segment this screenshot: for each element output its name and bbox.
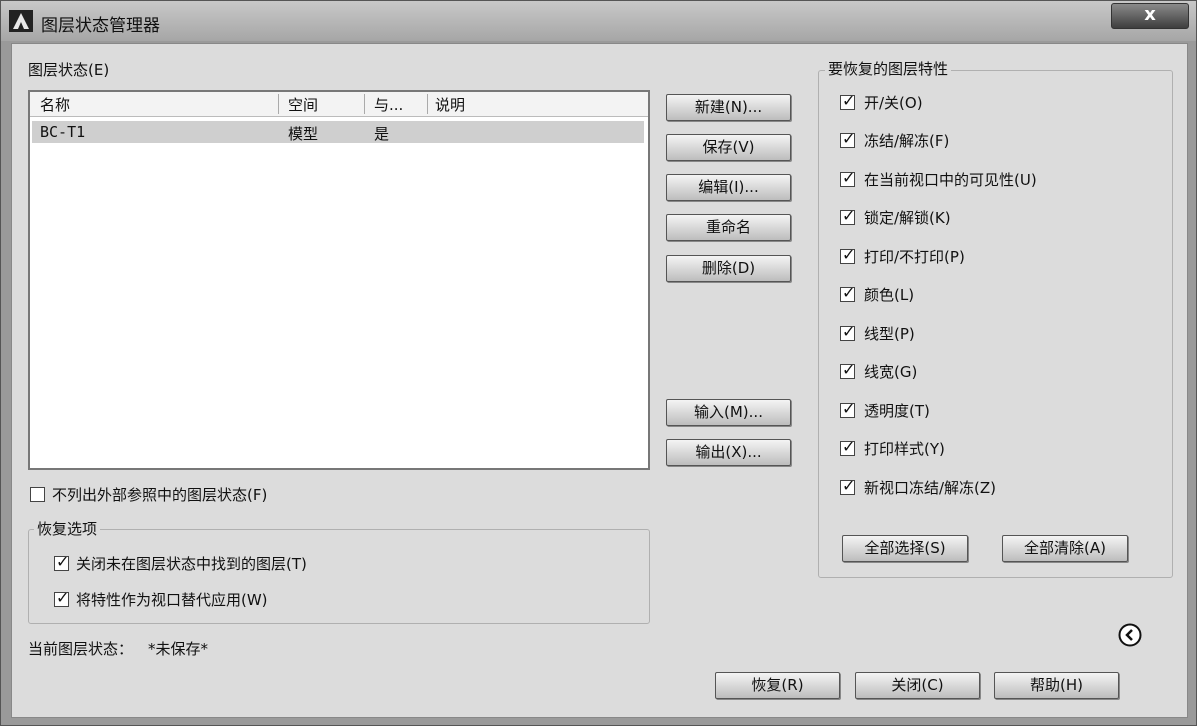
check-mark-icon: ✓ [842, 360, 856, 379]
check-mark-icon: ✓ [842, 206, 856, 225]
check-mark-icon: ✓ [842, 399, 856, 418]
turn-off-layers-label[interactable]: 关闭未在图层状态中找到的图层(T) [76, 553, 307, 574]
visibility-checkbox[interactable]: ✓ [840, 168, 856, 187]
cell-same: 是 [374, 125, 390, 143]
layer-states-list[interactable]: 名称 空间 与... 说明 BC-T1 模型 是 [28, 90, 650, 470]
layer-state-manager-dialog: 图层状态管理器 x 图层状态(E) 名称 空间 与... 说明 BC-T1 模型… [0, 0, 1197, 726]
rename-button[interactable]: 重命名 [666, 214, 791, 241]
chevron-left-circle-icon[interactable] [1118, 623, 1142, 647]
linetype-label[interactable]: 线型(P) [864, 323, 915, 344]
title-bar[interactable]: 图层状态管理器 x [1, 1, 1196, 41]
edit-button[interactable]: 编辑(I)... [666, 174, 791, 201]
apply-override-checkbox[interactable]: ✓ [54, 588, 70, 607]
check-mark-icon: ✓ [842, 245, 856, 264]
restore-button[interactable]: 恢复(R) [715, 672, 840, 699]
visibility-label[interactable]: 在当前视口中的可见性(U) [864, 169, 1037, 190]
dialog-body: 图层状态(E) 名称 空间 与... 说明 BC-T1 模型 是 新建(N)..… [11, 43, 1188, 718]
freeze-thaw-label[interactable]: 冻结/解冻(F) [864, 130, 949, 151]
check-mark-icon: ✓ [842, 91, 856, 110]
check-mark-icon: ✓ [842, 437, 856, 456]
freeze-thaw-checkbox[interactable]: ✓ [840, 129, 856, 148]
plot-style-checkbox[interactable]: ✓ [840, 437, 856, 456]
export-button[interactable]: 输出(X)... [666, 439, 791, 466]
plot-noplot-label[interactable]: 打印/不打印(P) [864, 246, 965, 267]
column-separator[interactable] [364, 94, 365, 114]
plot-noplot-checkbox[interactable]: ✓ [840, 245, 856, 264]
layer-states-label: 图层状态(E) [28, 61, 110, 79]
current-state-label: 当前图层状态： [28, 640, 134, 658]
new-vp-freeze-label[interactable]: 新视口冻结/解冻(Z) [864, 477, 996, 498]
clear-all-button[interactable]: 全部清除(A) [1002, 535, 1128, 562]
close-button[interactable]: 关闭(C) [855, 672, 980, 699]
column-separator[interactable] [278, 94, 279, 114]
check-mark-icon: ✓ [842, 322, 856, 341]
color-checkbox[interactable]: ✓ [840, 283, 856, 302]
column-separator[interactable] [427, 94, 428, 114]
cell-space: 模型 [288, 125, 319, 143]
close-window-button[interactable]: x [1111, 3, 1189, 29]
column-header-name[interactable]: 名称 [40, 94, 70, 115]
turn-off-layers-checkbox[interactable]: ✓ [54, 552, 70, 571]
on-off-checkbox[interactable]: ✓ [840, 91, 856, 110]
apply-override-label[interactable]: 将特性作为视口替代应用(W) [76, 589, 268, 610]
table-row[interactable]: BC-T1 模型 是 [32, 121, 644, 143]
check-mark-icon: ✓ [56, 552, 70, 571]
check-mark-icon: ✓ [56, 588, 70, 607]
no-xref-checkbox[interactable] [30, 487, 45, 502]
cell-name: BC-T1 [40, 123, 86, 141]
lineweight-checkbox[interactable]: ✓ [840, 360, 856, 379]
list-header: 名称 空间 与... 说明 [30, 92, 648, 117]
check-mark-icon: ✓ [842, 129, 856, 148]
column-header-space[interactable]: 空间 [288, 94, 318, 115]
restore-options-title: 恢复选项 [34, 518, 101, 539]
autocad-logo-icon [9, 10, 33, 32]
check-mark-icon: ✓ [842, 476, 856, 495]
transparency-checkbox[interactable]: ✓ [840, 399, 856, 418]
column-header-description[interactable]: 说明 [435, 94, 465, 115]
check-mark-icon: ✓ [842, 283, 856, 302]
no-xref-label[interactable]: 不列出外部参照中的图层状态(F) [52, 484, 267, 505]
new-vp-freeze-checkbox[interactable]: ✓ [840, 476, 856, 495]
select-all-button[interactable]: 全部选择(S) [842, 535, 968, 562]
lock-unlock-label[interactable]: 锁定/解锁(K) [864, 207, 951, 228]
check-mark-icon: ✓ [842, 168, 856, 187]
lock-unlock-checkbox[interactable]: ✓ [840, 206, 856, 225]
linetype-checkbox[interactable]: ✓ [840, 322, 856, 341]
current-state-value: *未保存* [148, 640, 209, 658]
new-button[interactable]: 新建(N)... [666, 94, 791, 121]
import-button[interactable]: 输入(M)... [666, 399, 791, 426]
window-title: 图层状态管理器 [41, 16, 160, 36]
help-button[interactable]: 帮助(H) [994, 672, 1119, 699]
plot-style-label[interactable]: 打印样式(Y) [864, 438, 945, 459]
delete-button[interactable]: 删除(D) [666, 255, 791, 282]
transparency-label[interactable]: 透明度(T) [864, 400, 930, 421]
column-header-same[interactable]: 与... [374, 94, 403, 115]
lineweight-label[interactable]: 线宽(G) [864, 361, 917, 382]
restore-properties-title: 要恢复的图层特性 [825, 58, 952, 79]
save-button[interactable]: 保存(V) [666, 134, 791, 161]
color-label[interactable]: 颜色(L) [864, 284, 914, 305]
on-off-label[interactable]: 开/关(O) [864, 92, 923, 113]
